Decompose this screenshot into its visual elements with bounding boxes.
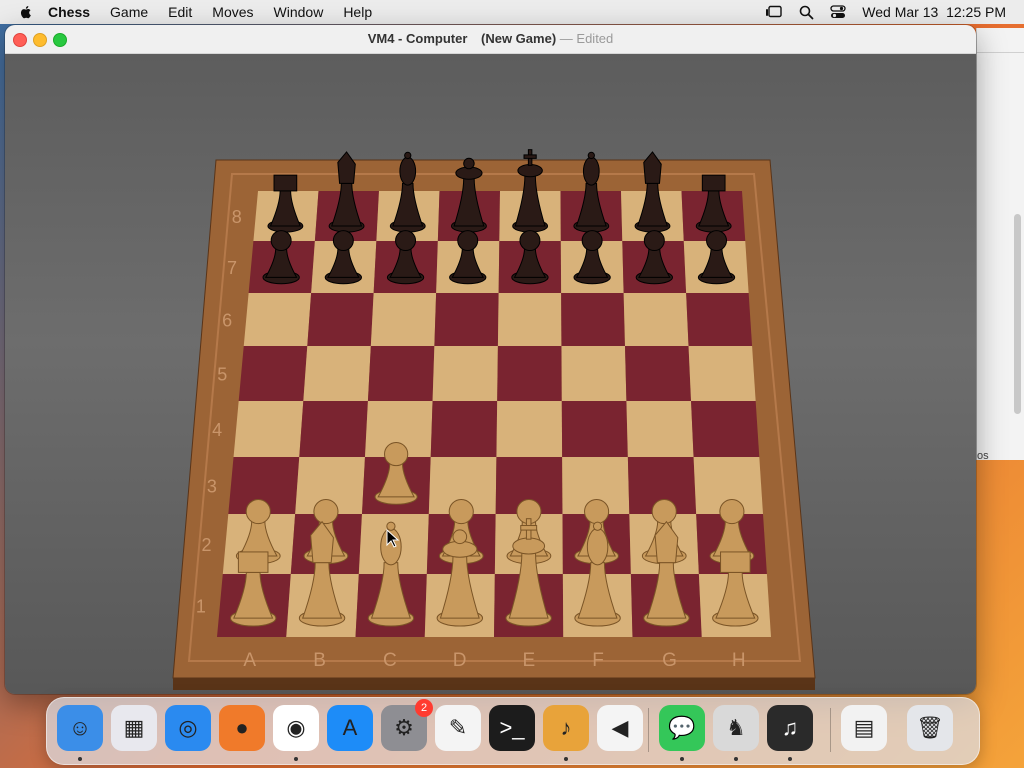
running-indicator [78, 757, 82, 761]
rank-label-3: 3 [207, 477, 217, 497]
running-indicator [680, 757, 684, 761]
file-label-f: F [592, 650, 604, 671]
downloads-stack-icon[interactable]: ▤ [841, 705, 887, 751]
window-title-subtitle: (New Game) [481, 31, 557, 46]
chess-icon[interactable]: ♞ [713, 705, 759, 761]
menubar-clock[interactable]: Wed Mar 13 12:25 PM [862, 4, 1006, 20]
board-square-e5[interactable] [497, 346, 562, 401]
file-label-h: H [732, 650, 746, 671]
chess-board-view[interactable]: 1 2 3 4 5 6 7 8 A B C D E F G H [5, 54, 976, 694]
menu-chess[interactable]: Chess [48, 4, 90, 20]
rank-label-2: 2 [202, 535, 212, 555]
board-square-f4[interactable] [561, 401, 628, 457]
board-square-d5[interactable] [432, 346, 498, 401]
notification-badge: 2 [415, 699, 433, 717]
rank-label-8: 8 [232, 207, 242, 227]
window-title: VM4 - Computer (New Game) — Edited [5, 31, 976, 46]
system-settings-icon[interactable]: ⚙ 2 [381, 699, 433, 751]
background-window-text-fragment: os [977, 450, 989, 462]
file-label-g: G [662, 650, 677, 671]
window-title-bar[interactable]: VM4 - Computer (New Game) — Edited [5, 25, 976, 54]
board-square-b5[interactable] [303, 346, 371, 401]
piano-icon[interactable]: ♫ [767, 705, 813, 761]
menu-window[interactable]: Window [274, 4, 324, 20]
trash-icon[interactable]: 🗑 [907, 705, 953, 751]
running-indicator [294, 757, 298, 761]
menu-game[interactable]: Game [110, 4, 148, 20]
board-square-c6[interactable] [370, 293, 437, 346]
safari-icon[interactable]: ◎ [165, 705, 211, 751]
terminal-icon[interactable]: >_ [489, 705, 535, 751]
board-squares[interactable] [217, 191, 771, 637]
board-square-c5[interactable] [367, 346, 435, 401]
spotlight-search-icon[interactable] [799, 5, 814, 20]
menu-edit[interactable]: Edit [168, 4, 192, 20]
rank-label-1: 1 [196, 597, 206, 617]
window-title-edited-status: Edited [576, 31, 614, 46]
rank-label-7: 7 [227, 258, 237, 278]
background-window[interactable]: os [976, 28, 1024, 462]
dock: ☺ ▦ ◎ ● ◉ A ⚙ 2 ✎ >_ ♪ ◀ 💬 ♞ ♫ ▤ 🗑 [46, 697, 980, 765]
stage-manager-icon[interactable] [765, 5, 783, 19]
file-label-e: E [523, 650, 536, 671]
textedit-icon[interactable]: ✎ [435, 705, 481, 751]
menu-bar: Chess Game Edit Moves Window Help Wed Ma… [0, 0, 1024, 24]
board-square-d6[interactable] [434, 293, 499, 346]
board-square-g6[interactable] [623, 293, 689, 346]
messages-icon[interactable]: 💬 [659, 705, 705, 761]
game-view[interactable]: 1 2 3 4 5 6 7 8 A B C D E F G H [5, 54, 976, 694]
running-indicator [564, 757, 568, 761]
file-label-a: A [243, 650, 256, 671]
dock-separator [648, 708, 649, 752]
file-label-c: C [383, 650, 397, 671]
board-square-h6[interactable] [686, 293, 753, 346]
window-title-name: VM4 - Computer [367, 31, 468, 46]
finder-icon[interactable]: ☺ [57, 705, 103, 761]
app-store-icon[interactable]: A [327, 705, 373, 751]
board-square-d4[interactable] [430, 401, 498, 457]
chrome-icon[interactable]: ◉ [273, 705, 319, 761]
board-square-g5[interactable] [624, 346, 692, 401]
board-square-e4[interactable] [496, 401, 563, 457]
board-square-b4[interactable] [299, 401, 368, 457]
menu-help[interactable]: Help [343, 4, 372, 20]
garageband-icon[interactable]: ♪ [543, 705, 589, 761]
window-title-separator: — [559, 31, 573, 46]
rank-label-5: 5 [217, 365, 227, 385]
menu-moves[interactable]: Moves [212, 4, 253, 20]
file-label-d: D [453, 650, 467, 671]
firefox-icon[interactable]: ● [219, 705, 265, 751]
board-square-h4[interactable] [691, 401, 760, 457]
background-window-divider [977, 52, 1024, 53]
rank-label-6: 6 [222, 311, 232, 331]
board-square-b6[interactable] [307, 293, 374, 346]
vscode-icon[interactable]: ◀ [597, 705, 643, 751]
dock-separator [830, 708, 831, 752]
board-square-g4[interactable] [626, 401, 694, 457]
board-square-h5[interactable] [688, 346, 756, 401]
board-square-f6[interactable] [561, 293, 625, 346]
apple-menu-icon[interactable] [18, 4, 34, 20]
board-square-a5[interactable] [238, 346, 308, 401]
board-square-f5[interactable] [561, 346, 627, 401]
background-window-scrollbar[interactable] [1014, 214, 1021, 414]
running-indicator [788, 757, 792, 761]
board-square-a6[interactable] [243, 293, 312, 346]
board-square-e6[interactable] [497, 293, 562, 346]
board-square-a4[interactable] [233, 401, 304, 457]
launchpad-icon[interactable]: ▦ [111, 705, 157, 751]
file-label-b: B [313, 650, 326, 671]
chess-window: VM4 - Computer (New Game) — Edited 1 2 3 4 5… [5, 25, 976, 694]
control-center-icon[interactable] [830, 5, 846, 19]
rank-label-4: 4 [212, 420, 222, 440]
running-indicator [734, 757, 738, 761]
